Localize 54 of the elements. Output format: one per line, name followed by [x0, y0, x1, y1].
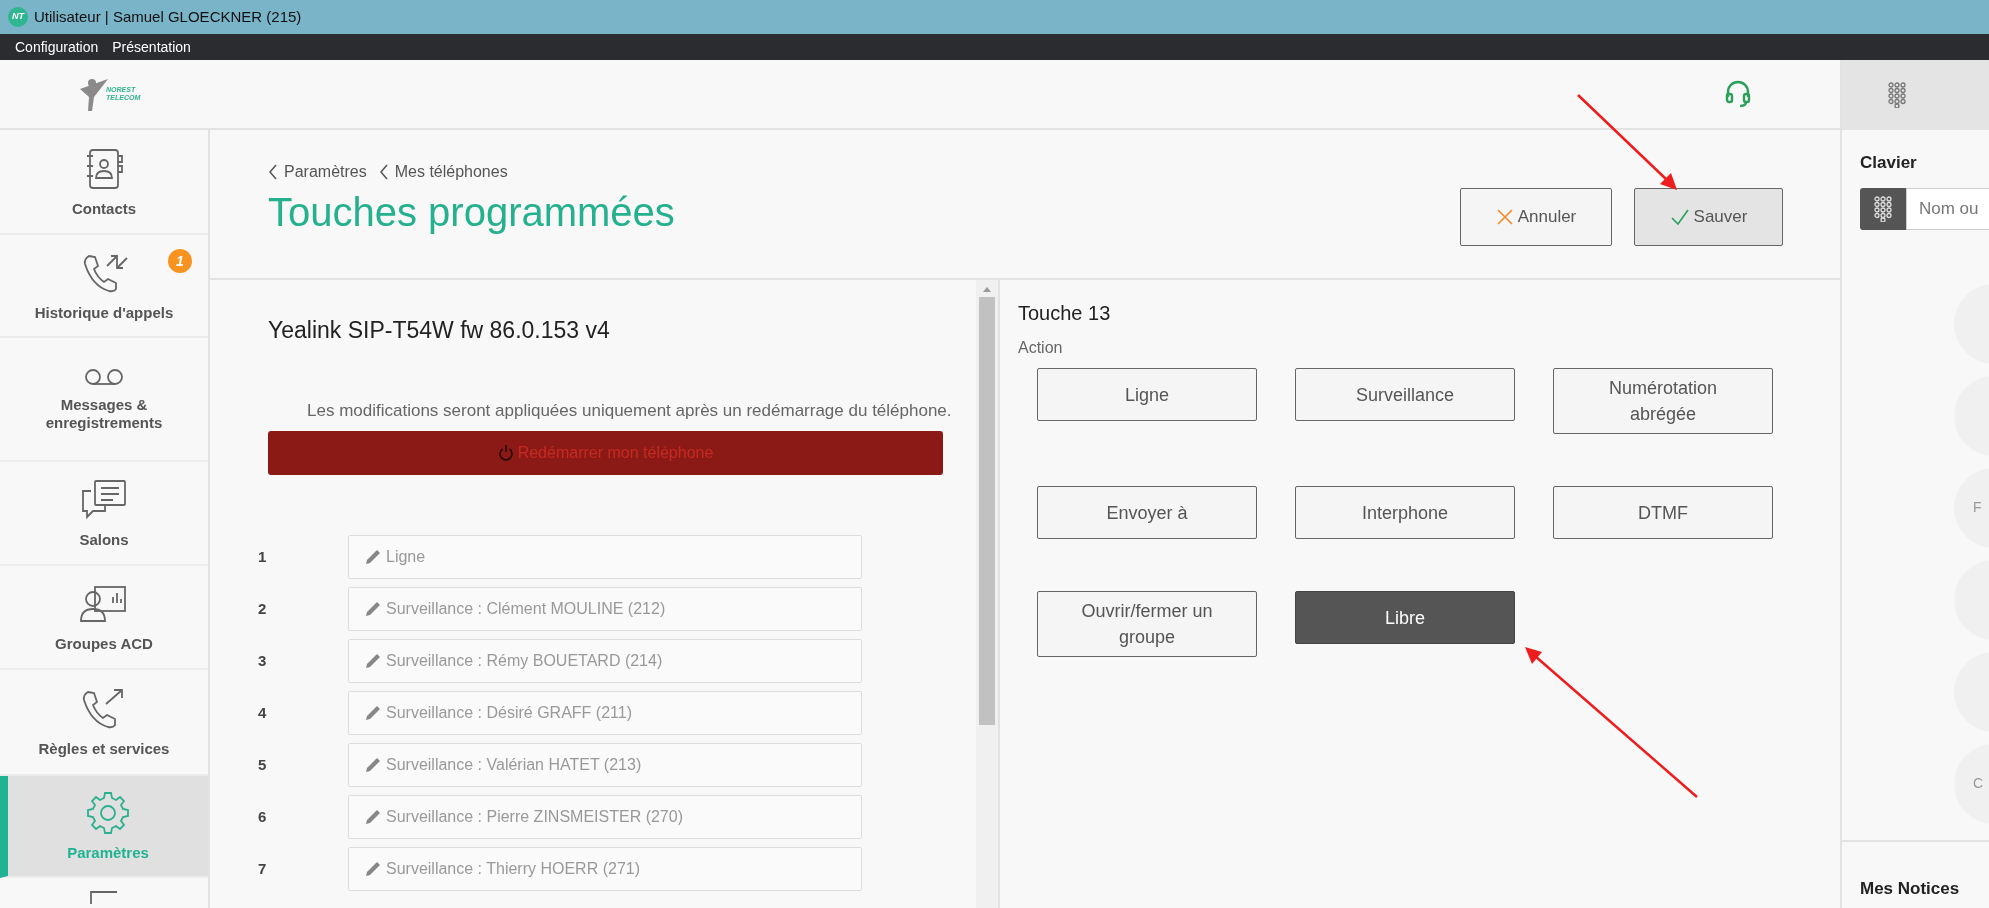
- key-number: 3: [258, 650, 268, 671]
- action-option[interactable]: Envoyer à: [1037, 486, 1257, 539]
- sidebar-icon: [82, 366, 126, 388]
- key-editor-title: Touche 13: [1018, 301, 1112, 325]
- keypad-tab[interactable]: [1842, 60, 1989, 130]
- dialpad-icon: [1873, 195, 1893, 222]
- scrollbar[interactable]: [976, 280, 998, 908]
- dialpad-button[interactable]: [1860, 187, 1906, 230]
- pencil-icon: [364, 756, 382, 774]
- breadcrumb-link[interactable]: Mes téléphones: [378, 160, 508, 184]
- device-title: Yealink SIP-T54W fw 86.0.153 v4: [268, 316, 611, 344]
- action-option[interactable]: Libre: [1295, 591, 1515, 644]
- key-number: 7: [258, 858, 268, 879]
- pencil-icon: [364, 652, 382, 670]
- scroll-up-icon: [982, 285, 992, 293]
- page-title: Touches programmées: [268, 189, 675, 236]
- notices-title: Mes Notices: [1860, 877, 1961, 900]
- action-option[interactable]: Numérotation abrégée: [1553, 368, 1773, 434]
- key-number: 6: [258, 806, 268, 827]
- scrollbar-thumb[interactable]: [979, 297, 995, 725]
- power-icon: [497, 444, 514, 462]
- menu-item[interactable]: Configuration: [15, 36, 99, 58]
- breadcrumb-link[interactable]: Paramètres: [268, 160, 367, 184]
- window-title: Utilisateur | Samuel GLOECKNER (215): [34, 6, 302, 27]
- action-option[interactable]: Ligne: [1037, 368, 1257, 421]
- action-label: Action: [1018, 339, 1064, 357]
- pencil-icon: [364, 704, 382, 722]
- action-option[interactable]: DTMF: [1553, 486, 1773, 539]
- search-field[interactable]: Nom ou: [1906, 187, 1989, 230]
- app-icon: NT: [8, 7, 28, 27]
- checkmark-icon: [1669, 208, 1690, 226]
- close-icon: [1495, 208, 1514, 226]
- key-number: 1: [258, 546, 268, 567]
- menu-item[interactable]: Présentation: [112, 36, 191, 58]
- action-option[interactable]: Ouvrir/fermer un groupe: [1037, 591, 1257, 657]
- key-number: 4: [258, 702, 268, 723]
- key-number: 2: [258, 598, 268, 619]
- action-option[interactable]: Interphone: [1295, 486, 1515, 539]
- key-number: 5: [258, 754, 268, 775]
- pencil-icon: [364, 600, 382, 618]
- keypad-title: Clavier: [1860, 152, 1918, 174]
- pencil-icon: [364, 808, 382, 826]
- pencil-icon: [364, 548, 382, 566]
- action-option[interactable]: Surveillance: [1295, 368, 1515, 421]
- headset-icon: [1724, 79, 1752, 109]
- notification-badge: 1: [168, 249, 192, 273]
- pencil-icon: [364, 860, 382, 878]
- chevron-left-icon: [378, 163, 389, 181]
- sidebar-icon: [85, 790, 131, 836]
- save-button[interactable]: Sauver: [1634, 188, 1783, 246]
- cancel-button[interactable]: Annuler: [1460, 188, 1612, 246]
- chevron-left-icon: [268, 163, 278, 181]
- dialpad-icon: [1886, 82, 1907, 108]
- restart-notice: Les modifications seront appliquées uniquement après un redémarrage du téléphone.: [306, 400, 953, 421]
